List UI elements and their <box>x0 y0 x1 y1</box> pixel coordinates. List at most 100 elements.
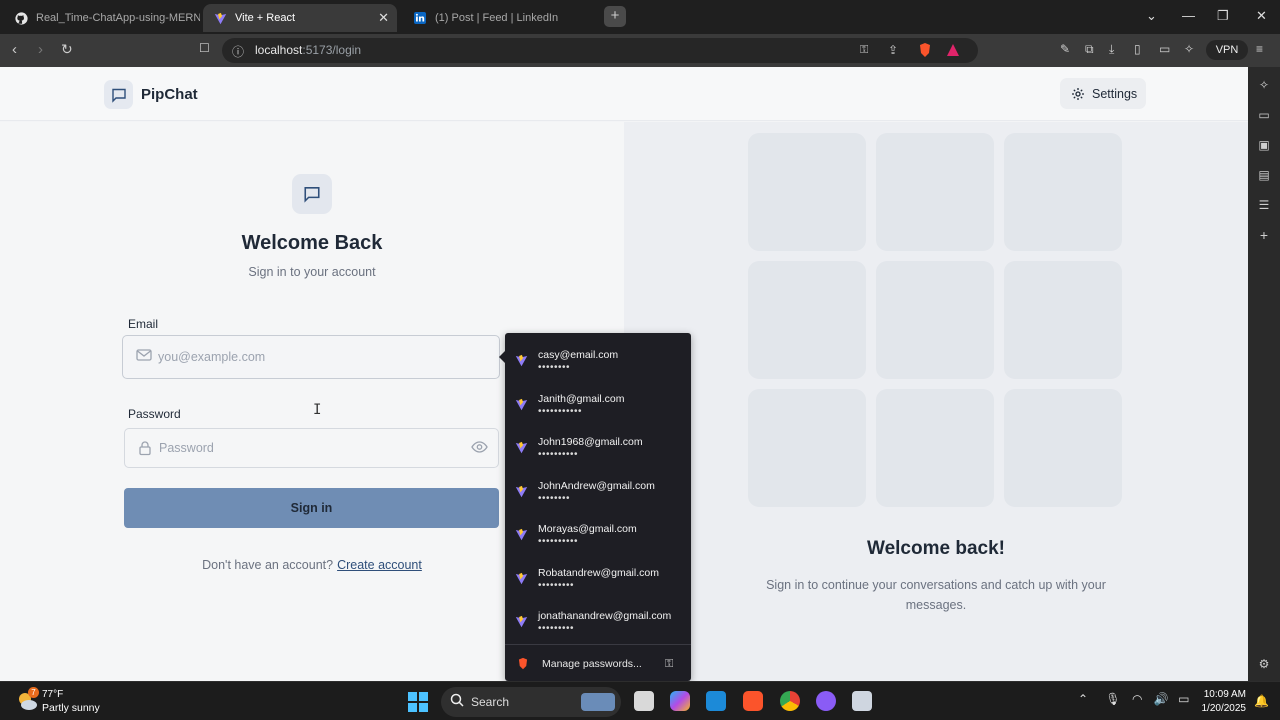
chrome-icon[interactable] <box>780 691 800 711</box>
playlist-icon[interactable]: ▭ <box>1257 108 1271 122</box>
add-panel-icon[interactable]: + <box>1257 228 1271 242</box>
leo-sidebar-icon[interactable]: ✧ <box>1257 78 1271 92</box>
windows-start-icon[interactable] <box>408 692 428 712</box>
maximize-icon[interactable]: ❐ <box>1217 8 1229 24</box>
notification-bell-icon[interactable]: 🔔 <box>1254 694 1269 708</box>
sign-in-button[interactable]: Sign in <box>124 488 499 528</box>
browser-toolbar: ‹ › ↻ ☐ ⓘ localhost:5173/login ⚿ ⇪ ✎ ⧉ ⤓… <box>0 34 1280 67</box>
bookmark-icon[interactable]: ☐ <box>199 41 210 55</box>
email-field[interactable] <box>122 335 500 379</box>
decor-tile <box>1004 133 1122 251</box>
welcome-subtitle: Sign in to continue your conversations a… <box>766 578 1106 612</box>
saved-credential-item[interactable]: John1968@gmail.com •••••••••• <box>505 426 691 469</box>
windows-taskbar: 7 77°F Partly sunny Search ⌃ 🎙 ◠ 🔊 ▭ 10:… <box>0 681 1280 720</box>
wallet-icon[interactable]: ▭ <box>1159 42 1170 56</box>
welcome-pane: Welcome back! Sign in to continue your c… <box>624 122 1248 681</box>
github-icon <box>14 11 28 25</box>
copilot-icon[interactable] <box>670 691 690 711</box>
show-hidden-icons-icon[interactable]: ⌃ <box>1078 692 1088 706</box>
back-icon[interactable]: ‹ <box>12 41 17 58</box>
manage-passwords-button[interactable]: Manage passwords... ⚿ <box>505 645 691 681</box>
leo-ai-icon[interactable]: ✧ <box>1184 42 1194 56</box>
vpn-button[interactable]: VPN <box>1206 40 1248 60</box>
saved-credential-item[interactable]: Janith@gmail.com ••••••••••• <box>505 383 691 426</box>
decor-tile <box>748 261 866 379</box>
saved-credential-item[interactable]: casy@email.com •••••••• <box>505 339 691 382</box>
linkedin-icon <box>413 11 427 25</box>
weather-widget[interactable]: 7 77°F Partly sunny <box>14 687 124 717</box>
saved-credential-item[interactable]: jonathanandrew@gmail.com ••••••••• <box>505 600 691 643</box>
decor-tile <box>748 133 866 251</box>
menu-icon[interactable]: ≡ <box>1256 42 1263 56</box>
site-info-icon[interactable]: ⓘ <box>232 43 244 60</box>
clock-date[interactable]: 1/20/2025 <box>1190 703 1247 714</box>
brave-shields-icon[interactable] <box>918 42 932 63</box>
saved-email: Morayas@gmail.com <box>538 523 637 535</box>
browser-side-panel: ✧ ▭ ▣ ▤ ☰ + ⚙ <box>1248 67 1280 681</box>
create-account-link[interactable]: Create account <box>337 558 422 572</box>
saved-email: jonathanandrew@gmail.com <box>538 610 672 622</box>
tab-linkedin[interactable]: (1) Post | Feed | LinkedIn <box>403 4 599 32</box>
app-header: PipChat Settings <box>0 67 1248 121</box>
saved-password-mask: •••••••••• <box>538 536 579 547</box>
decor-tile <box>1004 261 1122 379</box>
saved-credential-item[interactable]: Robatandrew@gmail.com ••••••••• <box>505 557 691 600</box>
reload-icon[interactable]: ↻ <box>61 41 73 58</box>
extensions-puzzle-icon[interactable]: ⧉ <box>1085 42 1094 57</box>
snipping-tool-icon[interactable] <box>852 691 872 711</box>
decor-tile <box>1004 389 1122 507</box>
eye-icon[interactable] <box>471 440 488 454</box>
github-desktop-icon[interactable] <box>816 691 836 711</box>
password-field[interactable] <box>124 428 499 468</box>
logo[interactable] <box>104 80 133 109</box>
sidebar-toggle-icon[interactable]: ▯ <box>1134 42 1141 56</box>
vscode-icon[interactable] <box>706 691 726 711</box>
saved-credential-item[interactable]: Morayas@gmail.com •••••••••• <box>505 513 691 556</box>
downloads-icon[interactable]: ⤓ <box>1109 42 1114 57</box>
bookmarks-sidebar-icon[interactable]: ▤ <box>1257 168 1271 182</box>
password-key-icon[interactable]: ⚿ <box>860 44 868 57</box>
close-tab-icon[interactable]: ✕ <box>378 10 389 26</box>
settings-label: Settings <box>1092 86 1138 101</box>
browser-tab-strip: Real_Time-ChatApp-using-MERN/f Vite + Re… <box>0 0 1280 34</box>
battery-icon[interactable]: ▭ <box>1178 692 1189 706</box>
settings-button[interactable]: Settings <box>1060 78 1146 109</box>
wifi-icon[interactable]: ◠ <box>1132 692 1142 706</box>
tab-github[interactable]: Real_Time-ChatApp-using-MERN/f <box>4 4 200 32</box>
brand-name[interactable]: PipChat <box>141 86 198 103</box>
new-tab-button[interactable]: + <box>604 6 626 27</box>
wallet-sidebar-icon[interactable]: ▣ <box>1257 138 1271 152</box>
key-icon: ⚿ <box>665 658 674 670</box>
mail-icon <box>136 348 152 362</box>
brave-browser-icon[interactable] <box>743 691 763 711</box>
sidebar-settings-icon[interactable]: ⚙ <box>1257 657 1271 671</box>
password-autofill-popup: casy@email.com •••••••• Janith@gmail.com ••… <box>499 333 691 681</box>
clock-time[interactable]: 10:09 AM <box>1190 689 1246 700</box>
tab-list-chevron-icon[interactable]: ⌄ <box>1146 8 1157 24</box>
search-highlight-icon <box>581 693 615 711</box>
address-bar[interactable]: ⓘ localhost:5173/login ⚿ ⇪ <box>222 38 978 63</box>
forward-icon[interactable]: › <box>38 41 43 58</box>
saved-credential-item[interactable]: JohnAndrew@gmail.com •••••••• <box>505 470 691 513</box>
login-logo <box>292 174 332 214</box>
email-input[interactable] <box>158 336 488 377</box>
page-subtitle: Sign in to your account <box>248 265 376 279</box>
vite-icon <box>515 354 528 367</box>
task-view-icon[interactable] <box>634 691 654 711</box>
saved-password-mask: ••••••••••• <box>538 405 583 417</box>
vite-icon <box>515 485 528 498</box>
close-window-icon[interactable]: ✕ <box>1256 8 1267 24</box>
taskbar-search[interactable]: Search <box>441 687 621 717</box>
password-input[interactable] <box>159 429 459 467</box>
microphone-icon[interactable]: 🎙 <box>1105 692 1120 706</box>
tab-vite-react[interactable]: Vite + React ✕ <box>203 4 397 32</box>
vpn-label: VPN <box>1215 44 1239 56</box>
reading-list-icon[interactable]: ☰ <box>1257 198 1271 212</box>
minimize-icon[interactable]: — <box>1182 8 1195 23</box>
url-path: :5173/login <box>302 43 362 57</box>
extension-icon[interactable]: ✎ <box>1060 42 1070 56</box>
brave-rewards-icon[interactable] <box>946 43 960 62</box>
url-text[interactable]: localhost:5173/login <box>255 43 361 57</box>
volume-icon[interactable]: 🔊 <box>1154 692 1169 706</box>
share-icon[interactable]: ⇪ <box>888 43 898 57</box>
